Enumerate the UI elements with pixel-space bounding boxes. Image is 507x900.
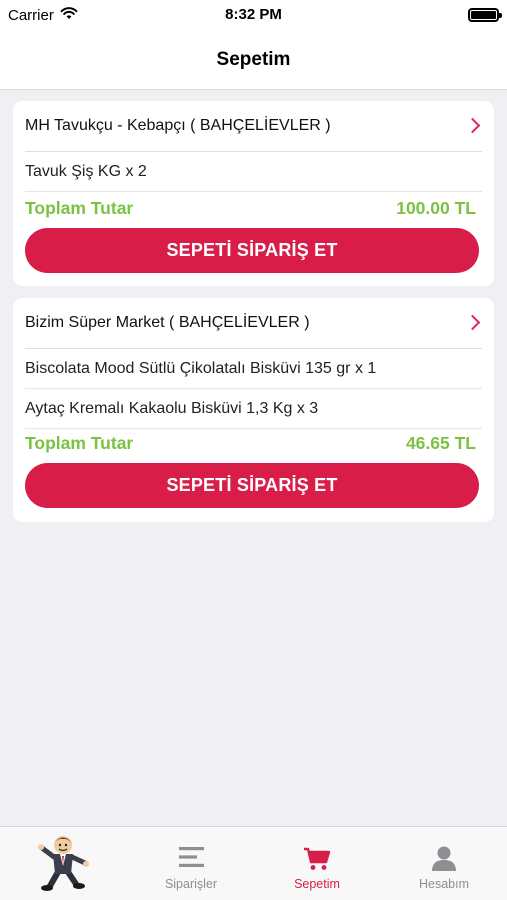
cart-item-label: Tavuk Şiş KG x 2 xyxy=(25,163,147,180)
cart-item: Tavuk Şiş KG x 2 xyxy=(25,153,482,192)
store-name: Bizim Süper Market ( BAHÇELİEVLER ) xyxy=(25,314,310,331)
tab-orders[interactable]: Siparişler xyxy=(128,827,254,900)
total-row: Toplam Tutar 46.65 TL xyxy=(25,428,476,458)
tab-cart-label: Sepetim xyxy=(294,877,340,891)
store-row[interactable]: MH Tavukçu - Kebapçı ( BAHÇELİEVLER ) xyxy=(25,101,482,152)
tab-cart[interactable]: Sepetim xyxy=(254,827,380,900)
status-time: 8:32 PM xyxy=(225,6,282,23)
cart-item: Biscolata Mood Sütlü Çikolatalı Bisküvi … xyxy=(25,350,482,389)
tab-account-label: Hesabım xyxy=(418,877,470,891)
cart-icon xyxy=(303,847,331,876)
cart-item-label: Biscolata Mood Sütlü Çikolatalı Bisküvi … xyxy=(25,360,377,377)
list-icon xyxy=(178,846,205,873)
person-icon xyxy=(431,845,457,876)
cart-card: Bizim Süper Market ( BAHÇELİEVLER ) Bisc… xyxy=(13,298,494,522)
tab-bar: Siparişler Sepetim Hesabım xyxy=(0,826,507,900)
order-cart-button[interactable]: SEPETİ SİPARİŞ ET xyxy=(25,228,479,273)
battery-icon xyxy=(468,8,502,22)
tab-home[interactable] xyxy=(0,827,126,900)
nav-bar: Sepetim xyxy=(0,30,507,90)
total-label: Toplam Tutar xyxy=(25,432,134,453)
store-name: MH Tavukçu - Kebapçı ( BAHÇELİEVLER ) xyxy=(25,117,331,134)
tab-orders-label: Siparişler xyxy=(164,877,218,891)
cart-item-label: Aytaç Kremalı Kakaolu Bisküvi 1,3 Kg x 3 xyxy=(25,400,319,417)
total-value: 100.00 TL xyxy=(396,197,476,218)
store-row[interactable]: Bizim Süper Market ( BAHÇELİEVLER ) xyxy=(25,298,482,349)
cart-item: Aytaç Kremalı Kakaolu Bisküvi 1,3 Kg x 3 xyxy=(25,390,482,429)
mascot-icon xyxy=(36,832,92,899)
order-cart-button[interactable]: SEPETİ SİPARİŞ ET xyxy=(25,463,479,508)
tab-account[interactable]: Hesabım xyxy=(381,827,507,900)
status-bar: Carrier 8:32 PM xyxy=(0,0,507,30)
total-value: 46.65 TL xyxy=(405,432,476,453)
cart-card: MH Tavukçu - Kebapçı ( BAHÇELİEVLER ) Ta… xyxy=(13,101,494,286)
total-row: Toplam Tutar 100.00 TL xyxy=(25,193,476,223)
page-title: Sepetim xyxy=(216,48,291,70)
total-label: Toplam Tutar xyxy=(25,197,134,218)
